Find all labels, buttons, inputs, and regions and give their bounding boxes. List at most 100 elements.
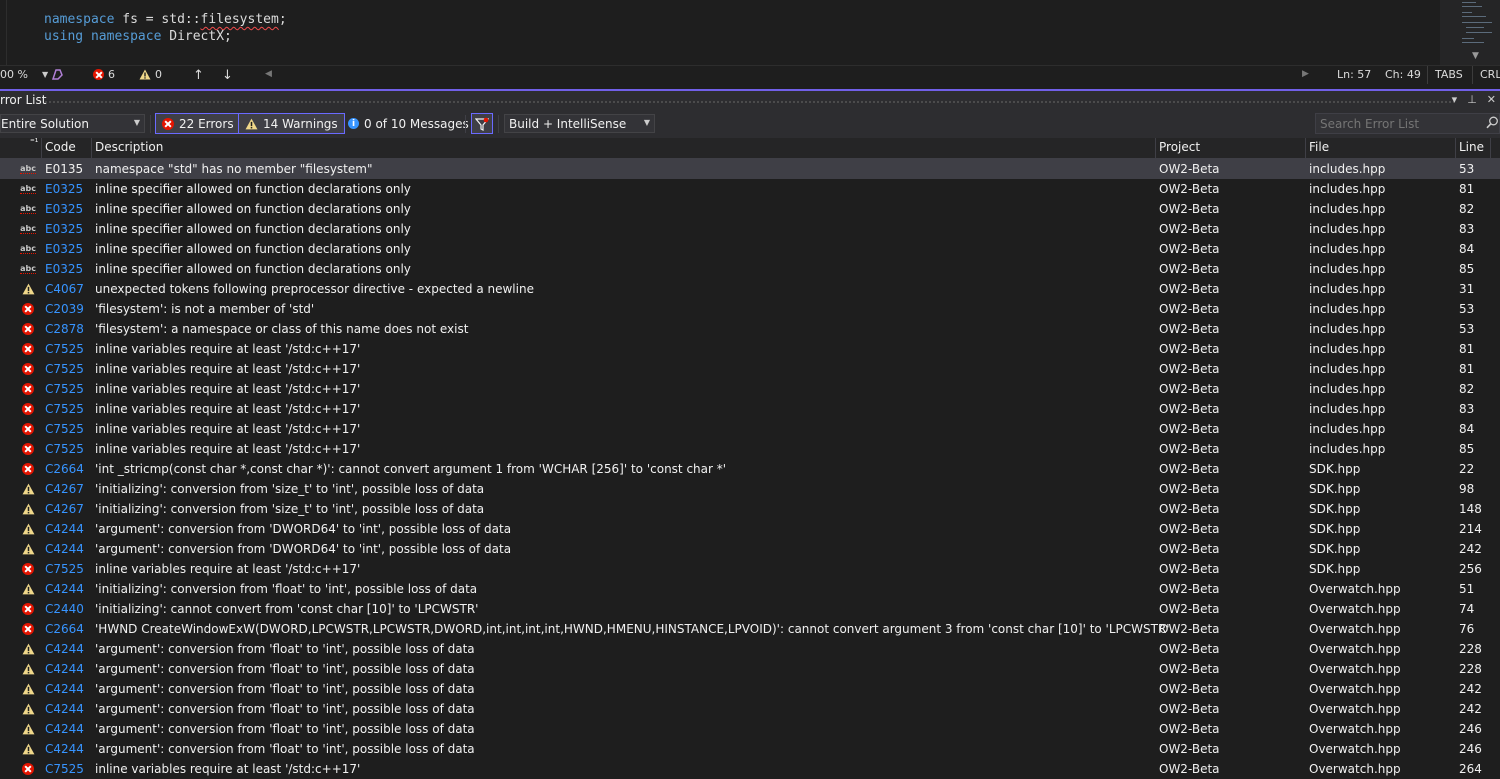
error-code-link[interactable]: E0325 [45,202,83,216]
error-code-link[interactable]: C7525 [45,342,84,356]
error-code-link[interactable]: C4244 [45,682,84,696]
error-code-link[interactable]: C4244 [45,522,84,536]
table-row[interactable]: C4244 'argument': conversion from 'DWORD6… [0,539,1500,559]
error-code-link[interactable]: C7525 [45,442,84,456]
table-row[interactable]: C4244 'argument': conversion from 'float'… [0,639,1500,659]
errors-filter-button[interactable]: 22 Errors [155,113,241,134]
table-row[interactable]: abc E0325 inline specifier allowed on func… [0,239,1500,259]
table-row[interactable]: C4244 'argument': conversion from 'float'… [0,699,1500,719]
error-code-link[interactable]: C4244 [45,642,84,656]
warning-count[interactable]: 0 [139,68,162,81]
error-code-link[interactable]: C4267 [45,502,84,516]
table-row[interactable]: C2878 'filesystem': a namespace or class … [0,319,1500,339]
error-code-link[interactable]: C4244 [45,742,84,756]
table-row[interactable]: C4244 'argument': conversion from 'float'… [0,679,1500,699]
indentation-indicator[interactable]: TABS [1435,68,1463,81]
error-code-link[interactable]: C4244 [45,722,84,736]
table-row[interactable]: C4244 'argument': conversion from 'float'… [0,739,1500,759]
close-icon[interactable]: ✕ [1487,93,1496,106]
error-code-link[interactable]: C4244 [45,662,84,676]
error-code-link[interactable]: C4244 [45,582,84,596]
table-row[interactable]: C7525 inline variables require at least '… [0,439,1500,459]
error-code-link[interactable]: C2440 [45,602,84,616]
table-row[interactable]: C4244 'argument': conversion from 'float'… [0,719,1500,739]
arrow-down-icon[interactable]: ↓ [222,68,233,83]
error-code-link[interactable]: E0325 [45,262,83,276]
error-code-link[interactable]: E0325 [45,182,83,196]
table-row[interactable]: abc E0325 inline specifier allowed on func… [0,219,1500,239]
error-file: includes.hpp [1309,162,1386,176]
table-row[interactable]: C2664 'HWND CreateWindowExW(DWORD,LPCWSTR… [0,619,1500,639]
scroll-down-icon[interactable]: ▼ [1472,51,1479,61]
table-row[interactable]: C4244 'argument': conversion from 'DWORD6… [0,519,1500,539]
error-code-link[interactable]: C2878 [45,322,84,336]
sort-icon[interactable]: ⁼¹ [30,138,38,148]
column-header-line[interactable]: Line [1459,140,1484,154]
table-row[interactable]: C4244 'initializing': conversion from 'fl… [0,579,1500,599]
table-row[interactable]: C7525 inline variables require at least '… [0,339,1500,359]
column-header-code[interactable]: Code [45,140,76,154]
column-header-project[interactable]: Project [1159,140,1200,154]
warnings-filter-button[interactable]: 14 Warnings [238,113,345,134]
table-row[interactable]: abc E0325 inline specifier allowed on func… [0,259,1500,279]
error-code-link[interactable]: C4244 [45,542,84,556]
error-code-link[interactable]: C7525 [45,362,84,376]
error-line: 83 [1459,402,1475,416]
error-list-titlebar[interactable]: rror List ▾ ⊥ ✕ [0,91,1500,110]
error-code-link[interactable]: E0325 [45,242,83,256]
pin-icon[interactable]: ⊥ [1467,93,1477,106]
error-code-link[interactable]: C7525 [45,762,84,776]
messages-filter-button[interactable]: i 0 of 10 Messages [348,114,469,133]
error-code-link[interactable]: C7525 [45,422,84,436]
error-code-link[interactable]: C4067 [45,282,84,296]
line-ending-indicator[interactable]: CRL [1480,68,1500,81]
table-row[interactable]: C2664 'int _stricmp(const char *,const ch… [0,459,1500,479]
editor-minimap[interactable] [1440,0,1500,65]
search-icon[interactable] [1486,116,1499,129]
error-code-link[interactable]: E0325 [45,222,83,236]
error-code-link[interactable]: E0135 [45,162,83,176]
titlebar-grip[interactable] [44,100,1454,104]
table-row[interactable]: abc E0135 namespace "std" has no member "f… [0,159,1500,179]
error-code-link[interactable]: C4244 [45,702,84,716]
table-row[interactable]: C2039 'filesystem': is not a member of 's… [0,299,1500,319]
table-row[interactable]: C7525 inline variables require at least '… [0,399,1500,419]
table-row[interactable]: C7525 inline variables require at least '… [0,359,1500,379]
code-editor[interactable]: namespace fs = std::filesystem; using na… [0,0,1500,65]
table-row[interactable]: C2440 'initializing': cannot convert from… [0,599,1500,619]
error-code-link[interactable]: C7525 [45,382,84,396]
error-code-link[interactable]: C2664 [45,462,84,476]
line-indicator[interactable]: Ln: 57 [1337,68,1371,81]
intellicode-icon[interactable] [51,68,65,81]
column-indicator[interactable]: Ch: 49 [1385,68,1421,81]
filter-button[interactable] [471,113,493,134]
table-row[interactable]: C4067 unexpected tokens following preproc… [0,279,1500,299]
error-code-link[interactable]: C2039 [45,302,84,316]
error-code-link[interactable]: C2664 [45,622,84,636]
error-project: OW2-Beta [1159,662,1220,676]
zoom-dropdown[interactable]: 00 % ▼ [0,68,48,81]
table-row[interactable]: C4267 'initializing': conversion from 'si… [0,479,1500,499]
table-row[interactable]: C7525 inline variables require at least '… [0,379,1500,399]
error-count[interactable]: 6 [93,68,115,81]
column-header-description[interactable]: Description [95,140,163,154]
scope-dropdown[interactable]: Entire Solution ▼ [0,114,145,133]
table-row[interactable]: abc E0325 inline specifier allowed on func… [0,179,1500,199]
search-input[interactable] [1315,113,1500,134]
error-code-link[interactable]: C7525 [45,402,84,416]
table-row[interactable]: C4244 'argument': conversion from 'float'… [0,659,1500,679]
table-row[interactable]: C4267 'initializing': conversion from 'si… [0,499,1500,519]
build-source-dropdown[interactable]: Build + IntelliSense ▼ [504,114,655,133]
error-squiggle-token[interactable]: filesystem [201,12,279,27]
arrow-up-icon[interactable]: ↑ [193,68,204,83]
error-code-link[interactable]: C4267 [45,482,84,496]
table-row[interactable]: C7525 inline variables require at least '… [0,759,1500,779]
table-row[interactable]: abc E0325 inline specifier allowed on func… [0,199,1500,219]
table-row[interactable]: C7525 inline variables require at least '… [0,559,1500,579]
scroll-right-icon[interactable]: ▶ [1302,69,1309,79]
scroll-left-icon[interactable]: ◀ [265,69,272,79]
table-row[interactable]: C7525 inline variables require at least '… [0,419,1500,439]
window-options-icon[interactable]: ▾ [1452,93,1458,106]
error-code-link[interactable]: C7525 [45,562,84,576]
column-header-file[interactable]: File [1309,140,1329,154]
